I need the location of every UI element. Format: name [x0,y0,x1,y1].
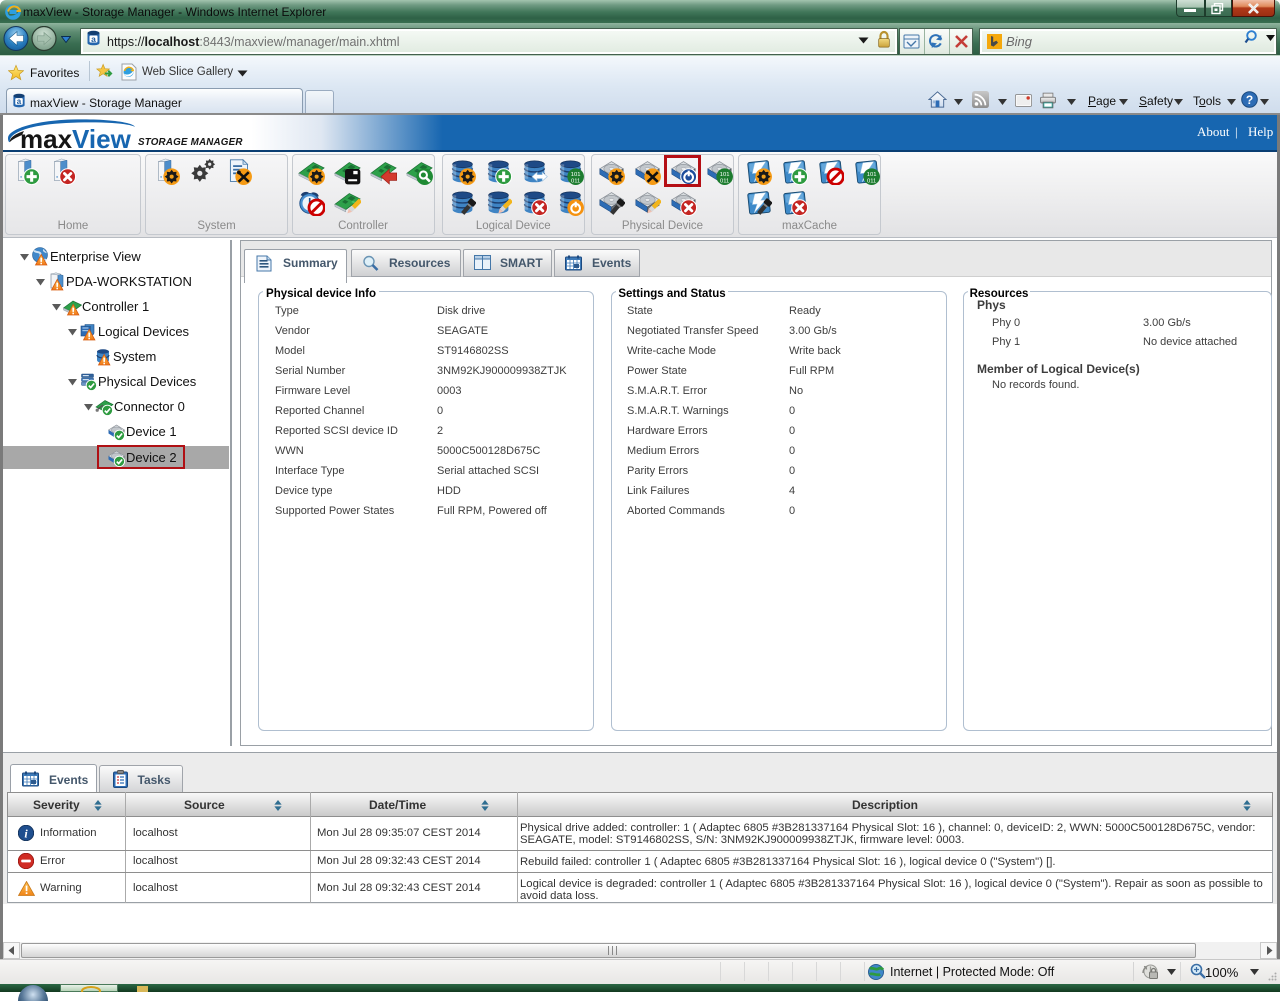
svg-text:101: 101 [867,172,877,178]
svg-text:101: 101 [571,172,581,178]
svg-text:a: a [91,34,96,44]
svg-text:101: 101 [720,172,730,178]
svg-text:011: 011 [867,178,876,184]
svg-text:011: 011 [720,178,729,184]
svg-text:011: 011 [571,178,580,184]
svg-text:a: a [17,97,22,106]
svg-text:?: ? [1246,93,1253,107]
